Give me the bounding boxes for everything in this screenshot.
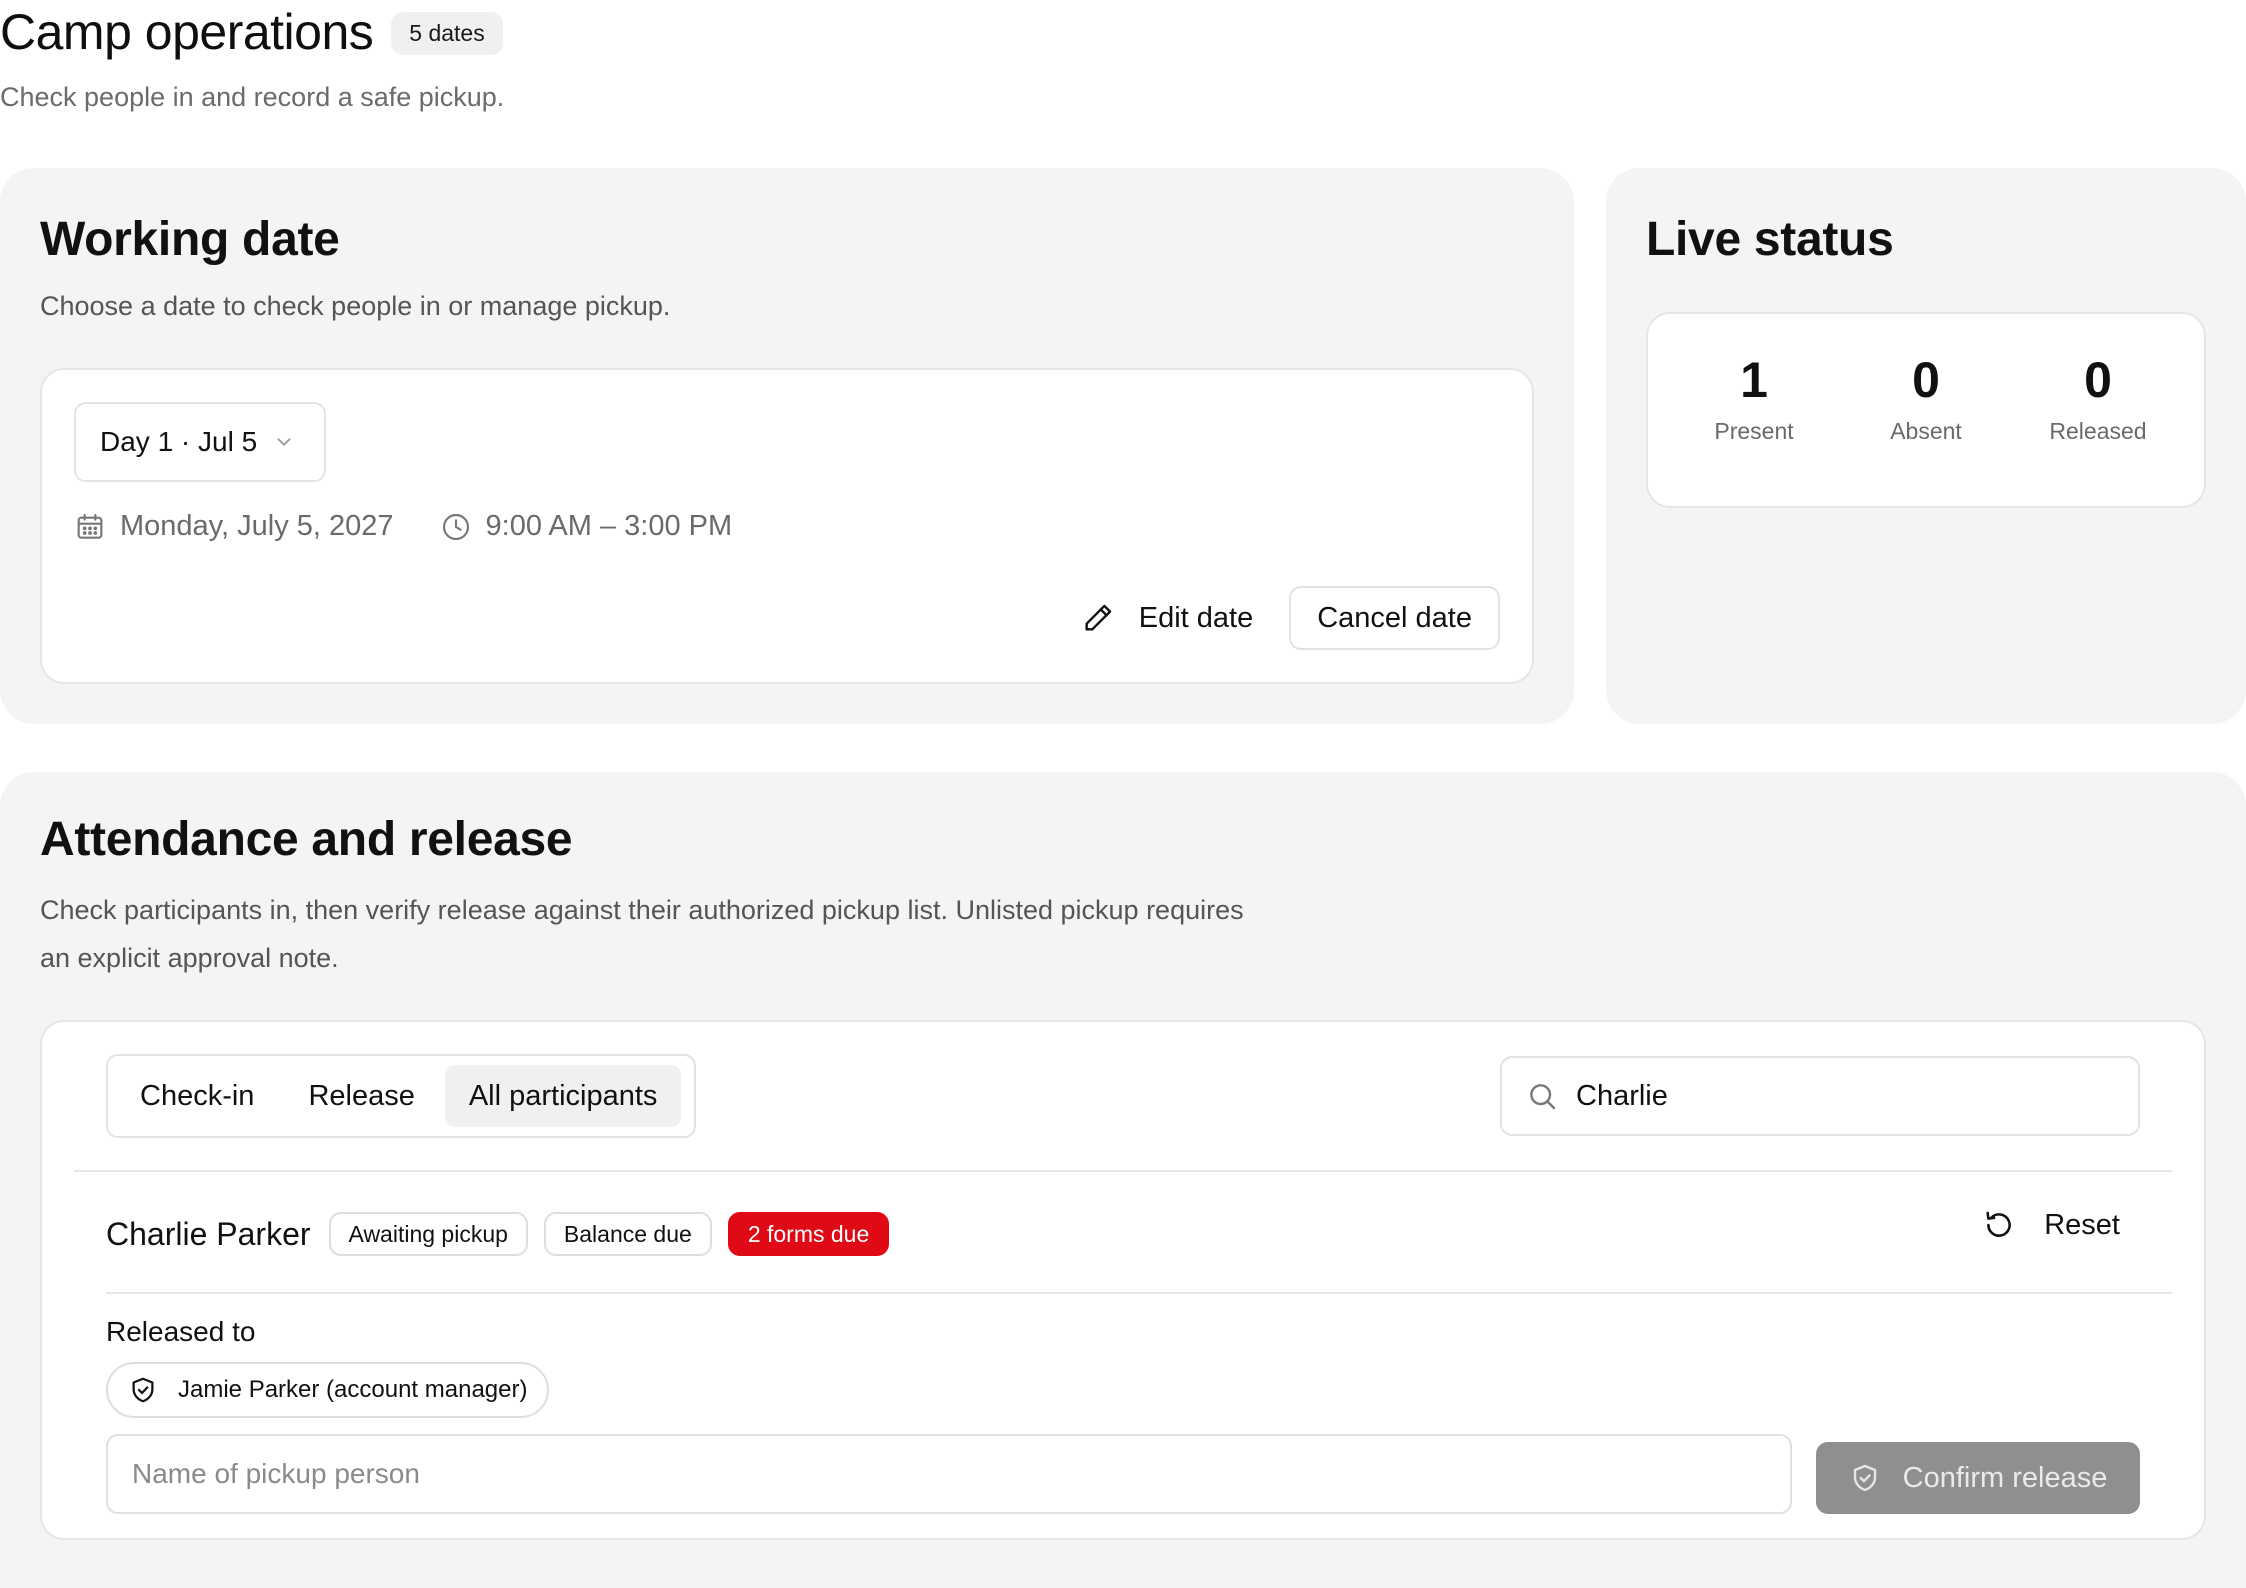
- working-date-title: Working date: [40, 213, 340, 266]
- pencil-icon: [1085, 604, 1111, 631]
- date-select-value: Day 1 · Jul 5: [100, 426, 258, 457]
- shield-check-icon: [1853, 1464, 1876, 1492]
- search-icon: [1530, 1084, 1556, 1110]
- attendance-description-line2: an explicit approval note.: [40, 943, 339, 973]
- stat-released: 0 Released: [2012, 350, 2184, 445]
- page-header: Camp operations 5 dates Check people in …: [0, 0, 504, 113]
- status-badge-forms-due: 2 forms due: [727, 1212, 890, 1256]
- date-meta: Monday, July 5, 2027 9:00 AM – 3:00 PM: [74, 510, 732, 543]
- live-status-panel: Live status 1 Present 0 Absent 0 Release…: [1606, 168, 2246, 724]
- divider: [74, 1170, 2172, 1172]
- authorized-pickup-chip[interactable]: Jamie Parker (account manager): [106, 1362, 550, 1418]
- stat-present: 1 Present: [1668, 350, 1840, 445]
- reset-button[interactable]: Reset: [1982, 1208, 2120, 1242]
- search-input[interactable]: [1576, 1079, 2116, 1113]
- stat-value: 1: [1740, 352, 1768, 408]
- stat-label: Present: [1714, 418, 1794, 444]
- divider: [106, 1292, 2172, 1294]
- date-details-card: Day 1 · Jul 5 Monday, July 5, 2027 9:00 …: [40, 368, 1534, 684]
- reset-icon: [1986, 1211, 2012, 1237]
- live-status-title: Live status: [1646, 213, 1894, 266]
- status-badge-balance-due: Balance due: [543, 1212, 712, 1256]
- shield-check-icon: [132, 1377, 154, 1403]
- attendance-description-line1: Check participants in, then verify relea…: [40, 895, 1244, 925]
- view-tabs: Check-in Release All participants: [106, 1054, 696, 1138]
- date-actions: Edit date Cancel date: [1081, 586, 1500, 650]
- calendar-icon: [77, 513, 103, 539]
- tab-all-participants[interactable]: All participants: [444, 1065, 682, 1127]
- tab-release[interactable]: Release: [284, 1065, 438, 1127]
- participant-name: Charlie Parker: [106, 1215, 311, 1252]
- live-status-card: 1 Present 0 Absent 0 Released: [1646, 312, 2206, 508]
- page-subtitle: Check people in and record a safe pickup…: [0, 82, 505, 112]
- working-date-panel: Working date Choose a date to check peop…: [0, 168, 1574, 724]
- pickup-person-input[interactable]: [106, 1434, 1792, 1514]
- edit-date-label: Edit date: [1138, 601, 1254, 634]
- date-select-dropdown[interactable]: Day 1 · Jul 5: [74, 402, 326, 482]
- participant-search: [1500, 1056, 2140, 1136]
- participant-row: Charlie Parker Awaiting pickup Balance d…: [106, 1212, 890, 1256]
- stat-label: Absent: [1890, 418, 1962, 444]
- stat-value: 0: [2084, 352, 2112, 408]
- authorized-pickup-name: Jamie Parker (account manager): [178, 1376, 528, 1403]
- confirm-release-label: Confirm release: [1902, 1461, 2108, 1494]
- participant-card: Check-in Release All participants Charli…: [40, 1020, 2206, 1540]
- chevron-down-icon: [277, 438, 291, 446]
- attendance-title: Attendance and release: [40, 813, 573, 866]
- clock-icon: [442, 513, 469, 540]
- confirm-release-button[interactable]: Confirm release: [1816, 1442, 2140, 1514]
- reset-label: Reset: [2044, 1208, 2120, 1241]
- full-date: Monday, July 5, 2027: [120, 510, 394, 542]
- stat-label: Released: [2049, 418, 2147, 444]
- page-title: Camp operations: [0, 4, 374, 60]
- camp-operations-page: Camp operations 5 dates Check people in …: [0, 0, 2246, 1588]
- working-date-description: Choose a date to check people in or mana…: [40, 291, 671, 321]
- cancel-date-button[interactable]: Cancel date: [1289, 586, 1500, 650]
- stat-absent: 0 Absent: [1840, 350, 2012, 445]
- date-count-badge: 5 dates: [391, 11, 503, 55]
- status-badge-awaiting-pickup: Awaiting pickup: [328, 1212, 528, 1256]
- edit-date-button[interactable]: Edit date: [1081, 601, 1253, 635]
- tab-check-in[interactable]: Check-in: [116, 1065, 278, 1127]
- stat-value: 0: [1912, 352, 1940, 408]
- released-to-label: Released to: [106, 1316, 256, 1347]
- attendance-panel: Attendance and release Check participant…: [0, 772, 2246, 1588]
- time-range: 9:00 AM – 3:00 PM: [485, 510, 733, 542]
